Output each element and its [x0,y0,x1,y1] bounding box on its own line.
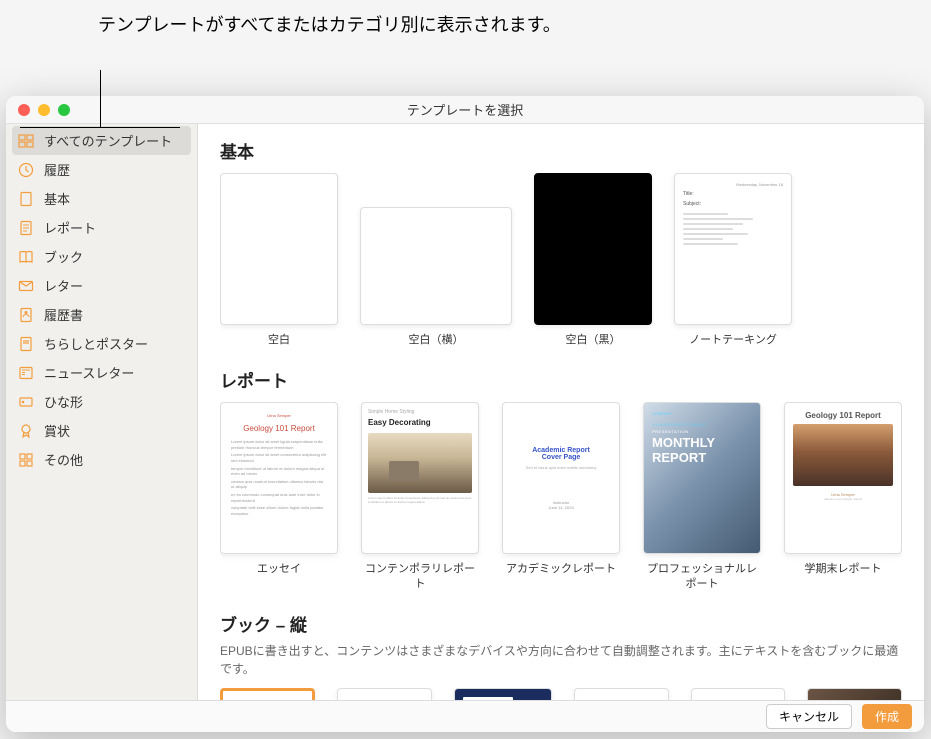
footer: キャンセル 作成 [6,700,924,732]
cancel-button[interactable]: キャンセル [766,704,852,729]
sidebar-item-report[interactable]: レポート [6,213,197,242]
template-blank[interactable]: 空白 [220,173,338,347]
sidebar-item-certificate[interactable]: 賞状 [6,416,197,445]
annotation-line [100,70,101,128]
template-chooser-window: テンプレートを選択 すべてのテンプレート 履歴 基本 レポート ブック [6,96,924,732]
sidebar-item-book[interactable]: ブック [6,242,197,271]
template-label: コンテンポラリレポート [360,562,480,591]
sidebar-item-resume[interactable]: 履歴書 [6,300,197,329]
thumb-blank-landscape [360,207,512,325]
report-templates-row: Urna Semper Geology 101 Report Lorem ips… [220,402,902,591]
sidebar-item-history[interactable]: 履歴 [6,155,197,184]
template-blank-landscape[interactable]: 空白（横） [360,173,512,347]
sidebar-item-label: 履歴 [44,160,70,179]
ribbon-icon [18,423,34,439]
template-book-6[interactable] [807,688,902,700]
section-title-report: レポート [220,367,902,392]
book-templates-row [220,688,902,700]
content-area[interactable]: 基本 空白 空白（横） 空白（黒） [198,124,924,700]
section-book: ブック – 縦 EPUBに書き出すと、コンテンツはさまざまなデバイスや方向に合わ… [220,611,902,700]
window-title: テンプレートを選択 [407,100,524,119]
card-icon [18,394,34,410]
sidebar-item-letter[interactable]: レター [6,271,197,300]
template-book-3[interactable] [454,688,552,700]
sidebar-item-label: 基本 [44,189,70,208]
template-blank-black[interactable]: 空白（黒） [534,173,652,347]
sidebar-item-newsletter[interactable]: ニュースレター [6,358,197,387]
sidebar-item-all-templates[interactable]: すべてのテンプレート [12,126,191,155]
template-label: エッセイ [257,562,301,576]
template-label: 空白 [268,333,290,347]
sidebar-item-label: その他 [44,450,83,469]
thumb-notetaking: Wednesday, November 18 Title: Subject: [674,173,792,325]
sidebar-item-label: 賞状 [44,421,70,440]
window-body: すべてのテンプレート 履歴 基本 レポート ブック レター [6,124,924,700]
section-report: レポート Urna Semper Geology 101 Report Lore… [220,367,902,591]
template-label: 学期末レポート [805,562,882,576]
titlebar: テンプレートを選択 [6,96,924,124]
basic-templates-row: 空白 空白（横） 空白（黒） Wednesday, November 18 Ti… [220,173,902,347]
template-contemporary[interactable]: Simple Home Styling Easy Decorating Lore… [360,402,480,591]
doc-icon [18,191,34,207]
template-academic[interactable]: Academic Report Cover Page Sed et lacus … [502,402,620,591]
zoom-window-button[interactable] [58,104,70,116]
clock-icon [18,162,34,178]
sidebar-item-label: レポート [44,218,96,237]
template-essay[interactable]: Urna Semper Geology 101 Report Lorem ips… [220,402,338,591]
sidebar: すべてのテンプレート 履歴 基本 レポート ブック レター [6,124,198,700]
section-basic: 基本 空白 空白（横） 空白（黒） [220,138,902,347]
news-icon [18,365,34,381]
person-icon [18,307,34,323]
template-label: 空白（横） [409,333,464,347]
create-button[interactable]: 作成 [862,704,912,729]
template-label: 空白（黒） [566,333,621,347]
template-label: ノートテーキング [689,333,777,347]
help-annotation: テンプレートがすべてまたはカテゴリ別に表示されます。 [98,12,561,39]
sidebar-item-label: 履歴書 [44,305,83,324]
book-icon [18,249,34,265]
poster-icon [18,336,34,352]
sidebar-item-label: すべてのテンプレート [44,131,172,150]
sidebar-item-stationery[interactable]: ひな形 [6,387,197,416]
thumb-contemporary: Simple Home Styling Easy Decorating Lore… [361,402,479,554]
sidebar-item-basic[interactable]: 基本 [6,184,197,213]
grid-icon [18,133,34,149]
thumb-semester: Geology 101 Report Urna Semper Aliquam e… [784,402,902,554]
thumb-essay: Urna Semper Geology 101 Report Lorem ips… [220,402,338,554]
minimize-window-button[interactable] [38,104,50,116]
close-window-button[interactable] [18,104,30,116]
template-label: プロフェッショナルレポート [642,562,762,591]
template-book-5[interactable] [691,688,786,700]
sidebar-item-label: ニュースレター [44,363,134,382]
report-icon [18,220,34,236]
sidebar-item-other[interactable]: その他 [6,445,197,474]
sidebar-item-label: ちらしとポスター [44,334,148,353]
thumb-blank-black [534,173,652,325]
template-professional[interactable]: COMPANY SUNDERSEETSHART PRESENTATION MON… [642,402,762,591]
thumb-professional: COMPANY SUNDERSEETSHART PRESENTATION MON… [643,402,761,554]
sidebar-item-label: ブック [44,247,83,266]
template-semester[interactable]: Geology 101 Report Urna Semper Aliquam e… [784,402,902,591]
section-subtitle-book: EPUBに書き出すと、コンテンツはさまざまなデバイスや方向に合わせて自動調整され… [220,642,902,678]
section-title-book: ブック – 縦 [220,611,902,636]
template-label: アカデミックレポート [506,562,616,576]
template-book-1[interactable] [220,688,315,700]
traffic-lights [18,104,70,116]
sidebar-item-label: レター [44,276,83,295]
sidebar-item-flyer[interactable]: ちらしとポスター [6,329,197,358]
grid2-icon [18,452,34,468]
thumb-academic: Academic Report Cover Page Sed et lacus … [502,402,620,554]
template-book-2[interactable] [337,688,432,700]
thumb-blank [220,173,338,325]
section-title-basic: 基本 [220,138,902,163]
template-notetaking[interactable]: Wednesday, November 18 Title: Subject: ノ… [674,173,792,347]
mail-icon [18,278,34,294]
template-book-4[interactable] [574,688,669,700]
sidebar-item-label: ひな形 [44,392,83,411]
